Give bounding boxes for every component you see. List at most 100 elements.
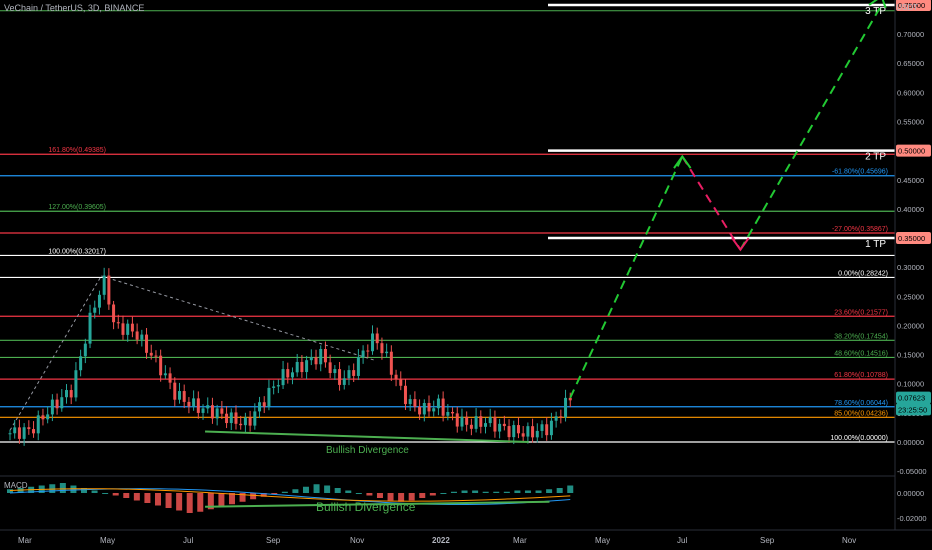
candle-body-80 (385, 351, 389, 354)
candle-body-44 (215, 408, 219, 419)
candle-body-105 (502, 423, 506, 427)
candle-body-31 (154, 355, 158, 357)
candle-body-111 (531, 426, 535, 438)
fib-label-10: 78.60%(0.06044) (834, 400, 888, 407)
candle-body-14 (74, 370, 78, 398)
x-tick-4: Nov (350, 536, 364, 545)
candle-body-92 (441, 398, 445, 416)
candle-body-116 (554, 416, 558, 421)
macd-bar-52 (556, 488, 563, 493)
macd-bar-8 (91, 490, 98, 493)
chart-canvas: 161.80%(0.49385) 127.00%(0.39605) 100.00%(… (0, 0, 932, 550)
macd-bar-34 (366, 493, 373, 496)
candle-body-0 (8, 433, 12, 435)
candle-body-90 (432, 408, 436, 412)
target-label-2: 1 TP (865, 239, 886, 250)
candle-body-11 (60, 397, 64, 409)
x-tick-2: Jul (183, 536, 193, 545)
y-tick-13: 0.10000 (897, 380, 924, 389)
macd-bar-47 (503, 491, 510, 493)
macd-bar-28 (302, 486, 309, 493)
candle-body-10 (55, 399, 59, 409)
candle-body-43 (210, 405, 214, 419)
candle-body-63 (305, 360, 309, 373)
price-tag-2: 0.35000 (898, 234, 925, 243)
x-tick-0: Mar (18, 536, 32, 545)
candle-body-76 (366, 350, 370, 352)
candle-body-42 (206, 405, 210, 409)
macd-bar-45 (482, 491, 489, 493)
candle-body-55 (267, 387, 271, 407)
candle-body-113 (540, 424, 544, 431)
candle-body-4 (27, 427, 31, 430)
candle-body-27 (135, 331, 139, 340)
macd-bar-14 (154, 493, 161, 506)
candle-body-9 (50, 399, 54, 415)
fib-label-4: -27.00%(0.35867) (832, 226, 888, 233)
candle-body-74 (356, 357, 360, 376)
y-tick-1: 0.70000 (897, 30, 924, 39)
x-tick-3: Sep (266, 536, 281, 545)
macd-y-tick-1: -0.02000 (897, 514, 927, 523)
fib-label-6: 23.60%(0.21577) (834, 309, 888, 316)
fib-label-0: 161.80%(0.49385) (48, 147, 106, 154)
candle-body-64 (309, 357, 313, 361)
candle-body-79 (380, 343, 384, 354)
candle-body-102 (488, 416, 492, 424)
macd-bar-53 (567, 485, 574, 493)
candle-body-38 (187, 401, 191, 407)
fib-label-12: 100.00%(0.00000) (830, 435, 888, 442)
candle-body-20 (102, 275, 106, 295)
macd-bar-16 (176, 493, 183, 511)
candle-body-39 (192, 398, 196, 407)
candle-body-108 (516, 425, 520, 434)
candle-body-119 (568, 397, 572, 401)
candle-body-53 (258, 402, 262, 412)
candle-body-13 (69, 390, 73, 398)
candle-body-101 (484, 423, 488, 427)
fib-label-8: 48.60%(0.14516) (834, 350, 888, 357)
fib-label-5: 0.00%(0.28242) (838, 270, 888, 277)
candle-body-36 (177, 391, 181, 400)
candle-body-56 (272, 386, 276, 388)
candle-body-69 (333, 369, 337, 374)
candle-body-54 (262, 402, 266, 407)
candle-body-114 (545, 424, 549, 436)
candle-body-106 (507, 426, 511, 438)
x-tick-1: May (100, 536, 115, 545)
chart-title: VeChain / TetherUS, 3D, BINANCE (4, 3, 145, 13)
candle-body-65 (314, 357, 318, 365)
candle-body-34 (168, 373, 172, 383)
divergence-label-price: Bullish Divergence (326, 445, 409, 456)
candle-body-6 (36, 415, 40, 434)
candle-body-2 (17, 427, 21, 439)
candle-body-49 (239, 423, 243, 426)
macd-bar-33 (355, 493, 362, 494)
macd-bar-32 (345, 490, 352, 493)
candle-body-78 (375, 333, 379, 344)
candle-body-46 (225, 413, 229, 424)
fib-label-3: -61.80%(0.45696) (832, 169, 888, 176)
candle-body-112 (535, 430, 539, 438)
y-tick-3: 0.60000 (897, 88, 924, 97)
candle-body-70 (338, 369, 342, 385)
candle-body-98 (469, 424, 473, 429)
macd-bar-9 (102, 493, 109, 494)
candle-body-104 (498, 423, 502, 432)
projection-leg-2 (739, 4, 883, 251)
candle-body-23 (116, 322, 120, 324)
candle-body-68 (328, 362, 332, 374)
projection-leg-1 (681, 155, 742, 251)
x-tick-5: 2022 (432, 536, 450, 545)
price-tag-4: 23:25:50 (898, 405, 927, 414)
candle-body-93 (446, 411, 450, 416)
y-tick-11: 0.20000 (897, 321, 924, 330)
y-tick-10: 0.25000 (897, 292, 924, 301)
candle-body-48 (234, 412, 238, 424)
macd-bar-30 (324, 485, 331, 493)
candle-body-100 (479, 416, 483, 427)
trendline-right (101, 275, 376, 361)
axis-unit: USDT (896, 3, 918, 12)
macd-bar-49 (524, 490, 531, 493)
y-tick-12: 0.15000 (897, 351, 924, 360)
